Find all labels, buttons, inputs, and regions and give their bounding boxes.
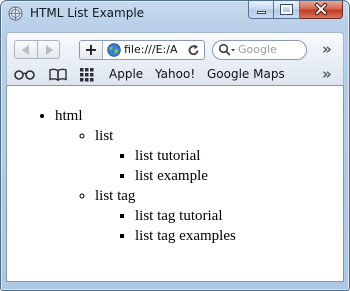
bookmark-yahoo[interactable]: Yahoo! (155, 67, 195, 82)
forward-arrow-icon (45, 45, 53, 55)
search-placeholder: Google (238, 43, 277, 56)
list-item: list list tutorial list example (95, 126, 343, 186)
window-title: HTML List Example (30, 6, 145, 20)
nested-list: list tutorial list example (95, 146, 343, 186)
list-item: list tag list tag tutorial list tag exam… (95, 186, 343, 246)
nested-list: list list tutorial list example list tag (55, 126, 343, 246)
forward-button[interactable] (36, 41, 60, 58)
list-item-label: list tutorial (135, 148, 201, 164)
maximize-icon (280, 4, 293, 15)
navigation-toolbar: + file:///E:/A Google » (6, 32, 344, 64)
reading-list-icon[interactable] (14, 69, 35, 80)
bookmarks-book-icon[interactable] (49, 68, 67, 81)
address-bar[interactable]: + file:///E:/A (79, 40, 205, 60)
window-controls (248, 1, 343, 20)
reload-icon[interactable] (187, 43, 200, 57)
browser-window: HTML List Example + file:///E:/A Google … (0, 0, 350, 291)
list-item-label: html (55, 108, 83, 124)
list-item: list tag examples (135, 226, 343, 246)
nested-list: list tag tutorial list tag examples (95, 206, 343, 246)
minimize-button[interactable] (248, 1, 274, 19)
top-sites-grid-icon[interactable] (80, 68, 94, 82)
url-text: file:///E:/A (124, 43, 178, 56)
list-item-label: list tag tutorial (135, 208, 223, 224)
list-item: list example (135, 166, 343, 186)
browser-globe-icon (8, 6, 23, 21)
maximize-button[interactable] (274, 1, 300, 19)
close-button[interactable] (300, 1, 343, 19)
bookmark-google-maps[interactable]: Google Maps (207, 67, 285, 82)
back-arrow-icon (22, 45, 29, 55)
back-button[interactable] (15, 41, 37, 58)
list-item-label: list tag examples (135, 228, 236, 244)
bookmarks-bar: Apple Yahoo! Google Maps » (6, 64, 344, 86)
back-forward-group (14, 40, 60, 59)
globe-icon (107, 43, 121, 57)
outer-list: html list list tutorial list example (7, 106, 343, 246)
bookmark-apple[interactable]: Apple (109, 67, 143, 82)
toolbar-overflow-button[interactable]: » (322, 41, 332, 57)
minimize-icon (257, 11, 266, 14)
title-bar[interactable]: HTML List Example (1, 1, 349, 28)
list-item: list tag tutorial (135, 206, 343, 226)
add-bookmark-button[interactable]: + (80, 41, 103, 59)
page-content: html list list tutorial list example (6, 86, 344, 282)
search-field[interactable]: Google (212, 40, 307, 60)
list-item-label: list example (135, 168, 208, 184)
close-icon (314, 2, 328, 16)
search-icon (218, 43, 235, 56)
bookmarks-overflow-button[interactable]: » (322, 66, 332, 82)
list-item-label: list (95, 128, 114, 144)
list-item-label: list tag (95, 188, 136, 204)
list-item: list tutorial (135, 146, 343, 166)
list-item: html list list tutorial list example (55, 106, 343, 246)
